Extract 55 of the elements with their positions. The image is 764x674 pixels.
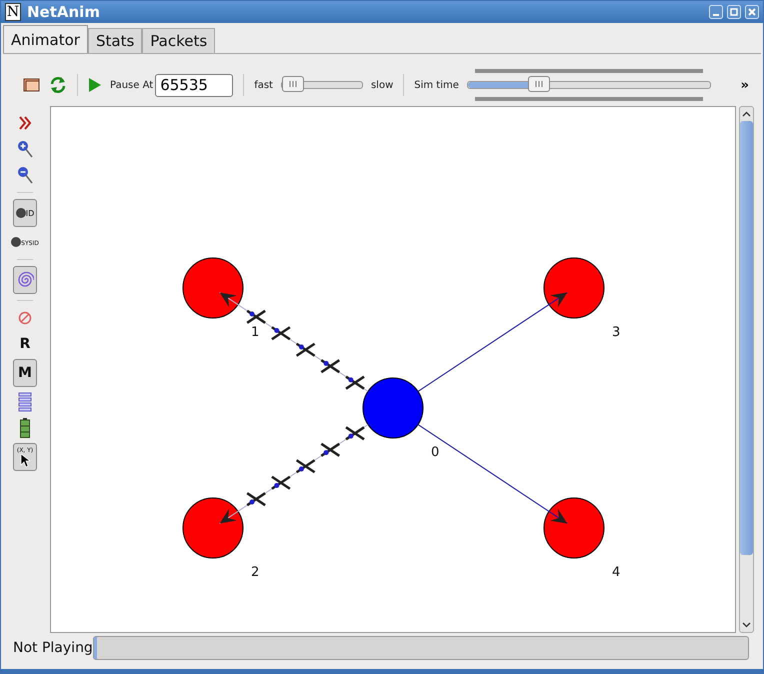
no-entry-icon	[18, 311, 32, 325]
slider-handle[interactable]	[282, 76, 304, 92]
scroll-thumb[interactable]	[740, 121, 753, 555]
caret-down-icon	[742, 622, 751, 628]
packet-marker	[246, 310, 266, 324]
packet-marker	[344, 426, 366, 441]
tab[interactable]: Animator	[3, 25, 88, 53]
slider-handle[interactable]	[528, 76, 550, 92]
play-button[interactable]	[88, 77, 102, 93]
node-label: 2	[251, 565, 260, 580]
refresh-icon[interactable]	[49, 76, 67, 94]
pause-at-label: Pause At	[110, 80, 154, 90]
packet-marker	[246, 492, 266, 506]
chevrons-icon	[18, 116, 32, 130]
node-label: 1	[251, 325, 260, 340]
packet-marker	[320, 358, 341, 374]
folder-icon[interactable]	[23, 77, 41, 93]
node-label: 3	[612, 325, 620, 340]
tab[interactable]: Packets	[142, 28, 216, 53]
dot-icon	[16, 208, 26, 218]
close-button[interactable]	[745, 5, 759, 19]
packet-marker	[295, 459, 316, 474]
maximize-button[interactable]	[727, 5, 741, 19]
window-title: NetAnim	[27, 3, 101, 21]
tab[interactable]: Stats	[88, 28, 142, 53]
scrollbar[interactable]	[739, 106, 754, 633]
slow-label: slow	[370, 80, 394, 90]
dot-icon	[11, 237, 22, 247]
status-text: Not Playing	[13, 640, 93, 656]
more-button[interactable]: »	[740, 78, 749, 92]
packet-marker	[320, 442, 341, 458]
app-icon: N	[5, 3, 21, 21]
zoom-in-icon	[17, 140, 33, 158]
fast-label: fast	[254, 80, 273, 90]
spiral-icon	[16, 271, 34, 289]
packet-marker	[270, 476, 292, 490]
letter-button[interactable]: R	[13, 333, 37, 355]
zoom-out-icon	[17, 166, 33, 184]
cursor-icon	[20, 454, 30, 468]
id-label: ID	[26, 209, 34, 218]
packet-marker	[270, 326, 292, 340]
tool-button[interactable]: ID	[13, 199, 37, 227]
caret-up-icon	[742, 111, 751, 117]
packet-marker	[344, 375, 366, 390]
pause-at-field[interactable]: 65535	[155, 74, 234, 96]
battery-icon	[20, 418, 30, 438]
grip-icon	[534, 81, 544, 87]
lines-icon	[18, 392, 32, 412]
letter-button[interactable]: M	[13, 359, 37, 387]
node-label: 4	[612, 565, 620, 580]
packet-marker	[295, 342, 316, 357]
sim-time-label: Sim time	[414, 80, 459, 90]
grip-icon	[288, 81, 298, 87]
node-label: 0	[431, 445, 440, 460]
minimize-button[interactable]	[709, 5, 723, 19]
